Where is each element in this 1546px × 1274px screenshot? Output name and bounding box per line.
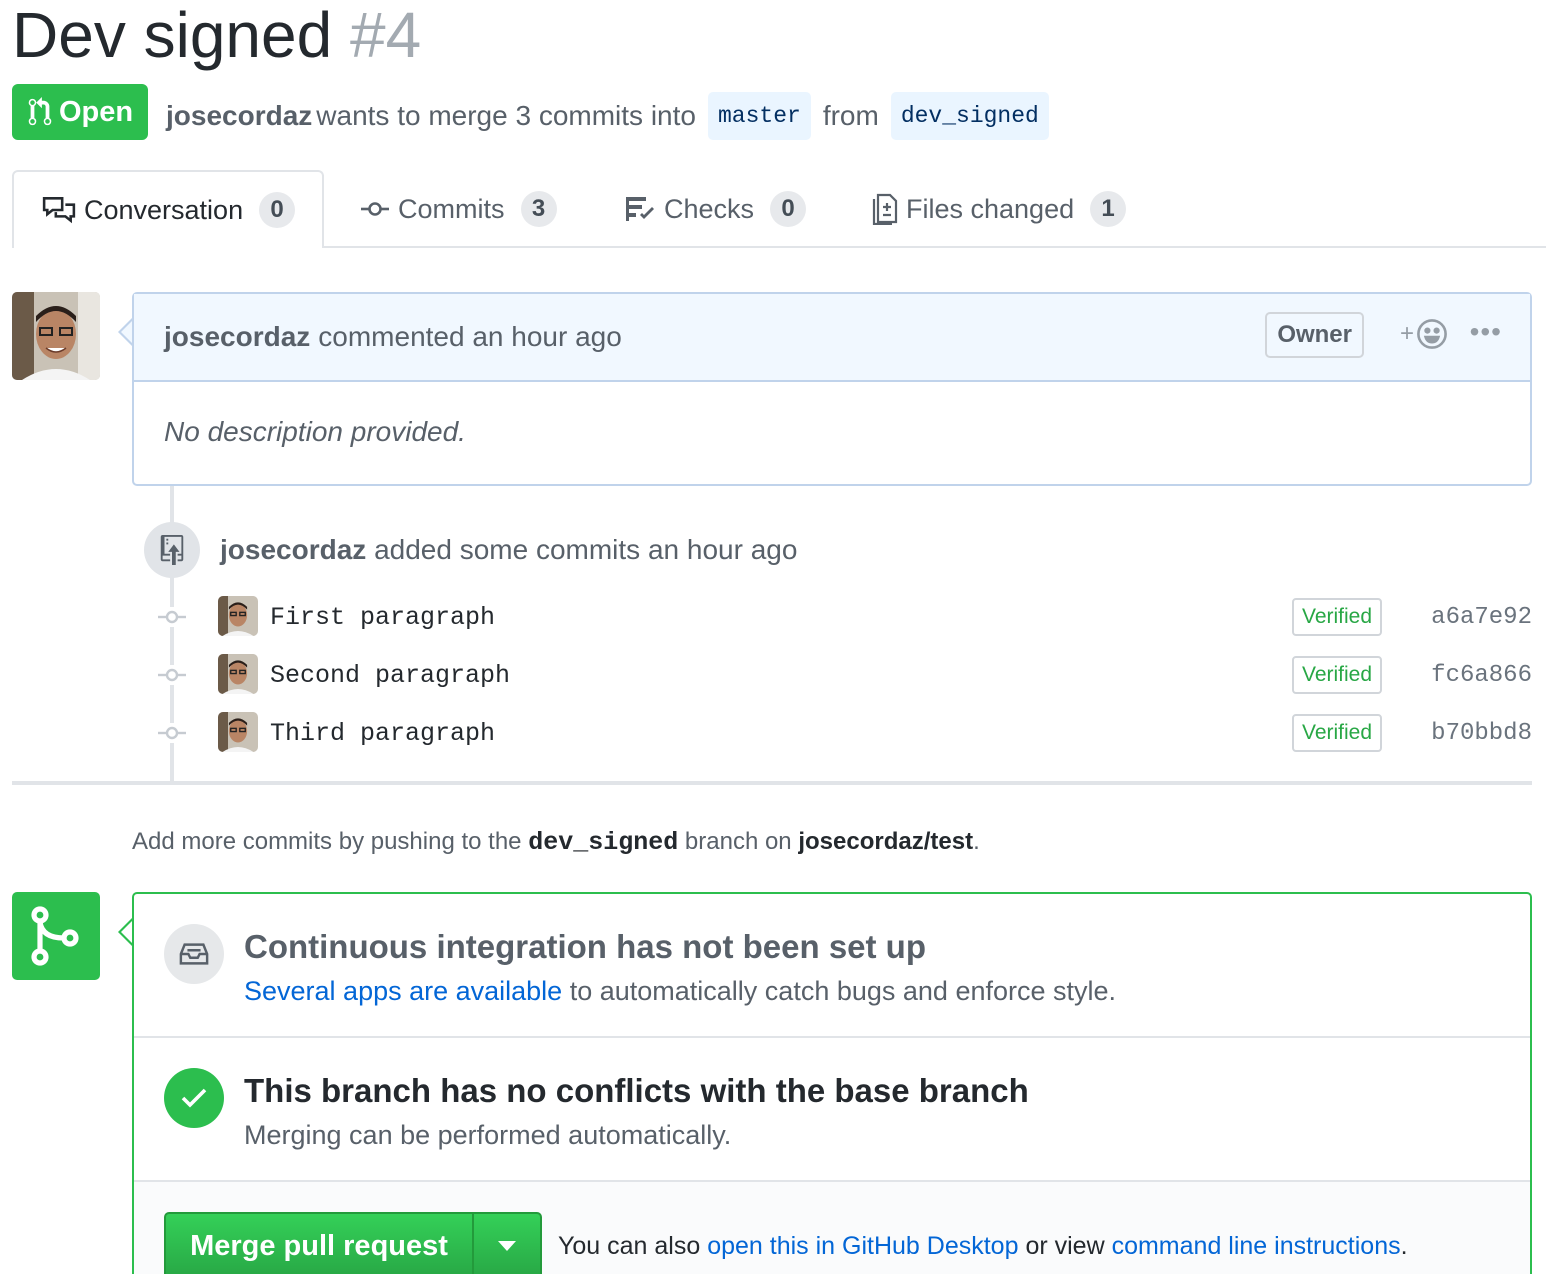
ci-subtitle: Several apps are available to automatica… bbox=[244, 976, 1116, 1007]
comment-header: josecordaz commented an hour ago Owner +… bbox=[134, 294, 1530, 382]
comment-author[interactable]: josecordaz bbox=[164, 321, 310, 353]
note-suffix: . bbox=[1400, 1232, 1408, 1260]
note-prefix: You can also bbox=[558, 1232, 701, 1260]
commit-message-link[interactable]: Second paragraph bbox=[270, 661, 510, 690]
inbox-icon bbox=[179, 943, 209, 965]
github-desktop-link[interactable]: open this in GitHub Desktop bbox=[707, 1232, 1018, 1260]
commit-message-link[interactable]: Third paragraph bbox=[270, 719, 495, 748]
base-branch[interactable]: master bbox=[707, 92, 811, 140]
comment-body: No description provided. bbox=[164, 416, 466, 447]
tab-checks[interactable]: Checks 0 bbox=[624, 170, 807, 248]
tab-files-changed-count: 1 bbox=[1090, 191, 1127, 227]
comment-box: josecordaz commented an hour ago Owner +… bbox=[132, 292, 1532, 486]
verified-badge[interactable]: Verified bbox=[1292, 598, 1383, 636]
verified-badge[interactable]: Verified bbox=[1292, 656, 1383, 694]
pr-state-label: Open bbox=[58, 95, 134, 128]
commit-dot-icon bbox=[156, 723, 188, 743]
avatar[interactable] bbox=[12, 292, 100, 380]
conflicts-status-section: This branch has no conflicts with the ba… bbox=[134, 1038, 1530, 1182]
timeline-end-divider bbox=[12, 781, 1532, 785]
timeline-event-text: added some commits an hour ago bbox=[374, 534, 798, 565]
commit-sha-link[interactable]: a6a7e92 bbox=[1431, 604, 1532, 631]
pr-title: Dev signed #4 bbox=[12, 0, 421, 70]
repo-push-badge bbox=[144, 522, 200, 578]
push-note-prefix: Add more commits by pushing to the bbox=[132, 828, 522, 855]
tab-conversation[interactable]: Conversation 0 bbox=[12, 170, 324, 248]
diff-icon bbox=[872, 193, 898, 225]
smiley-icon bbox=[1417, 319, 1447, 349]
repo-push-icon bbox=[160, 535, 184, 565]
push-note-repo-link[interactable]: josecordaz/test bbox=[798, 828, 973, 855]
pr-meta: josecordaz wants to merge 3 commits into… bbox=[166, 92, 1057, 140]
no-conflicts-subtitle: Merging can be performed automatically. bbox=[244, 1120, 732, 1150]
commit-dot-icon bbox=[156, 665, 188, 685]
commit-icon bbox=[361, 202, 389, 216]
more-options-button[interactable]: ••• bbox=[1470, 316, 1502, 348]
merge-status-badge bbox=[12, 892, 100, 980]
merge-actions-section: Merge pull request You can also open thi… bbox=[134, 1182, 1530, 1274]
no-conflicts-title: This branch has no conflicts with the ba… bbox=[244, 1072, 1029, 1109]
push-note-suffix: . bbox=[973, 828, 980, 855]
push-note: Add more commits by pushing to the dev_s… bbox=[132, 828, 980, 857]
checklist-icon bbox=[626, 197, 654, 221]
check-icon-wrap bbox=[164, 1068, 224, 1128]
pr-merge-text: wants to merge 3 commits into bbox=[316, 100, 696, 131]
comment-discussion-icon bbox=[42, 197, 76, 224]
merge-pull-request-button[interactable]: Merge pull request bbox=[166, 1214, 474, 1274]
commit-message-link[interactable]: First paragraph bbox=[270, 603, 495, 632]
commit-author-avatar[interactable] bbox=[218, 654, 258, 694]
tab-checks-count: 0 bbox=[770, 191, 807, 227]
commit-sha-link[interactable]: b70bbd8 bbox=[1431, 720, 1532, 747]
git-merge-icon bbox=[31, 906, 79, 966]
pr-state-badge: Open bbox=[12, 84, 148, 140]
plus-label: + bbox=[1399, 320, 1414, 347]
tab-conversation-label: Conversation bbox=[84, 194, 244, 225]
tab-conversation-count: 0 bbox=[259, 192, 296, 228]
merge-method-dropdown[interactable] bbox=[474, 1214, 540, 1274]
avatar-image bbox=[218, 654, 258, 694]
git-pull-request-icon bbox=[28, 97, 52, 126]
commit-row: Second paragraph Verified fc6a866 bbox=[156, 652, 1536, 698]
tab-files-changed-label: Files changed bbox=[906, 193, 1075, 224]
pr-number: #4 bbox=[349, 0, 422, 71]
push-note-branch: dev_signed bbox=[528, 828, 679, 857]
timeline-event: josecordaz added some commits an hour ag… bbox=[220, 534, 797, 566]
add-reaction-button[interactable]: + bbox=[1400, 318, 1448, 350]
apps-available-link[interactable]: Several apps are available bbox=[244, 976, 562, 1006]
commit-author-avatar[interactable] bbox=[218, 712, 258, 752]
tab-checks-label: Checks bbox=[664, 193, 755, 224]
verified-badge[interactable]: Verified bbox=[1292, 714, 1383, 752]
head-branch[interactable]: dev_signed bbox=[890, 92, 1049, 140]
avatar-image bbox=[218, 712, 258, 752]
command-line-instructions-link[interactable]: command line instructions bbox=[1112, 1232, 1401, 1260]
pr-author-link[interactable]: josecordaz bbox=[166, 96, 312, 136]
check-icon bbox=[181, 1088, 207, 1108]
note-middle: or view bbox=[1025, 1232, 1105, 1260]
owner-badge: Owner bbox=[1265, 312, 1364, 358]
merge-button-group: Merge pull request bbox=[164, 1212, 542, 1274]
merge-actions-note: You can also open this in GitHub Desktop… bbox=[558, 1232, 1408, 1261]
triangle-down-icon bbox=[498, 1241, 516, 1251]
push-note-middle: branch on bbox=[684, 828, 792, 855]
ci-title: Continuous integration has not been set … bbox=[244, 928, 926, 965]
pr-title-text: Dev signed bbox=[12, 0, 333, 71]
commit-dot-icon bbox=[156, 607, 188, 627]
timeline-author[interactable]: josecordaz bbox=[220, 534, 366, 565]
tab-commits-label: Commits bbox=[398, 193, 505, 224]
commit-row: First paragraph Verified a6a7e92 bbox=[156, 594, 1536, 640]
tab-commits[interactable]: Commits 3 bbox=[360, 170, 557, 248]
tab-files-changed[interactable]: Files changed 1 bbox=[872, 170, 1127, 248]
ci-status-section: Continuous integration has not been set … bbox=[134, 894, 1530, 1038]
tab-commits-count: 3 bbox=[520, 191, 557, 227]
ci-subtitle-rest: to automatically catch bugs and enforce … bbox=[569, 976, 1117, 1006]
merge-box: Continuous integration has not been set … bbox=[132, 892, 1532, 1274]
avatar-image bbox=[12, 292, 100, 380]
avatar-image bbox=[218, 596, 258, 636]
commit-row: Third paragraph Verified b70bbd8 bbox=[156, 710, 1536, 756]
from-text: from bbox=[822, 100, 879, 131]
ci-icon-wrap bbox=[164, 924, 224, 984]
commit-author-avatar[interactable] bbox=[218, 596, 258, 636]
comment-action-text[interactable]: commented an hour ago bbox=[318, 321, 622, 353]
commit-sha-link[interactable]: fc6a866 bbox=[1431, 662, 1532, 689]
